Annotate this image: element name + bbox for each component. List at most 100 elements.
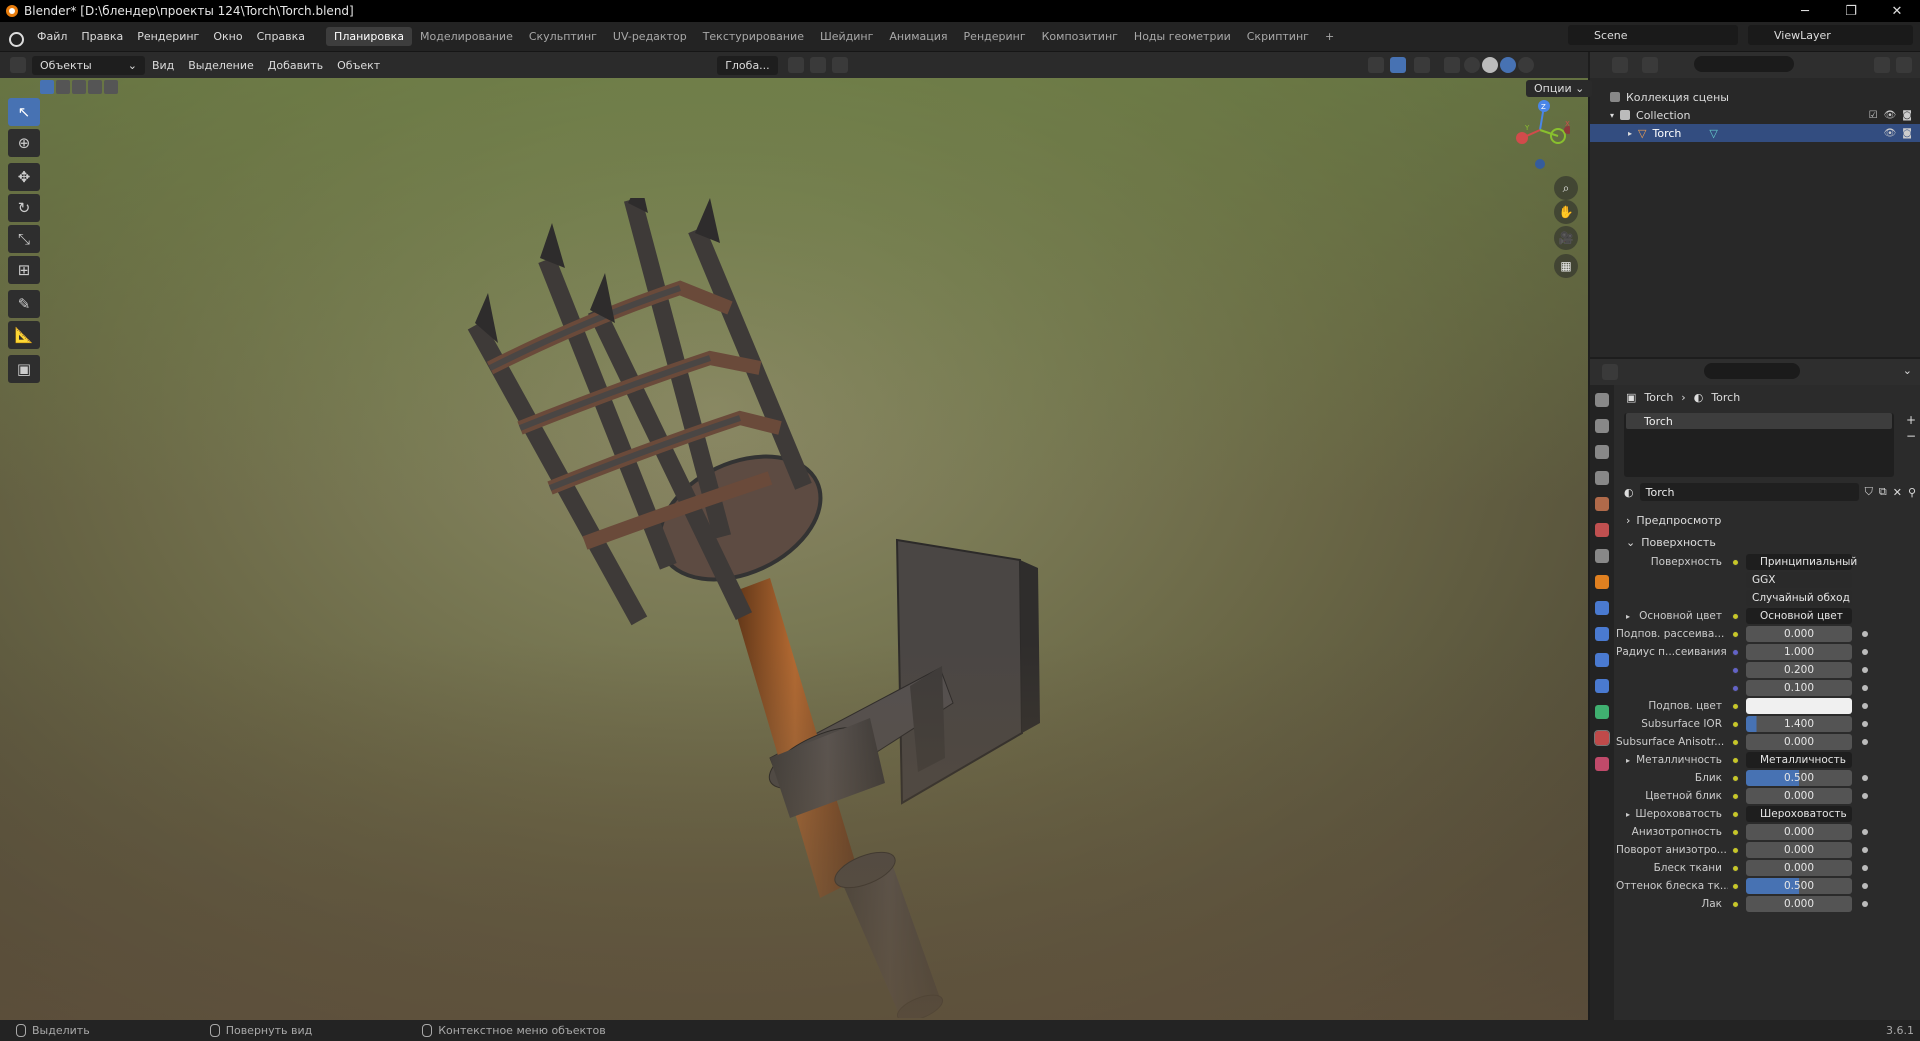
remove-slot-button[interactable]: − xyxy=(1906,429,1916,443)
value-field[interactable]: Металличность xyxy=(1746,752,1852,768)
socket-icon[interactable] xyxy=(1732,828,1739,836)
new-collection-icon[interactable] xyxy=(1896,57,1912,73)
view-layer-tab-icon[interactable] xyxy=(1595,471,1609,485)
select-box-tool[interactable]: ↖ xyxy=(8,98,40,126)
socket-icon[interactable] xyxy=(1732,720,1739,728)
socket-icon[interactable] xyxy=(1732,702,1739,710)
material-name-field[interactable]: Torch xyxy=(1639,483,1859,501)
texture-tab-icon[interactable] xyxy=(1595,757,1609,771)
socket-icon[interactable] xyxy=(1732,630,1739,638)
modifier-tab-icon[interactable] xyxy=(1595,601,1609,615)
surface-panel-header[interactable]: ⌄ Поверхность xyxy=(1616,531,1920,553)
value-field[interactable]: 0.500 xyxy=(1746,878,1852,894)
menu-view[interactable]: Вид xyxy=(145,59,181,72)
color-field[interactable] xyxy=(1746,698,1852,714)
outliner-search-input[interactable] xyxy=(1694,56,1794,72)
tab-shading[interactable]: Шейдинг xyxy=(812,27,881,46)
keyframe-dot-icon[interactable] xyxy=(1862,685,1868,691)
snap-icon[interactable] xyxy=(809,57,826,73)
select-new-icon[interactable] xyxy=(40,80,54,94)
menu-help[interactable]: Справка xyxy=(250,30,312,43)
socket-icon[interactable] xyxy=(1732,756,1739,764)
preview-panel-header[interactable]: › Предпросмотр xyxy=(1616,509,1920,531)
socket-icon[interactable] xyxy=(1732,882,1739,890)
mode-dropdown[interactable]: Объекты ⌄ xyxy=(32,55,145,75)
visibility-icon[interactable] xyxy=(1367,57,1384,73)
transform-tool[interactable]: ⊞ xyxy=(8,256,40,284)
outliner-scene-collection[interactable]: Коллекция сцены xyxy=(1590,88,1920,106)
value-field[interactable]: 0.200 xyxy=(1746,662,1852,678)
socket-icon[interactable] xyxy=(1732,684,1739,692)
menu-add[interactable]: Добавить xyxy=(261,59,330,72)
checkbox-icon[interactable]: ☑ xyxy=(1869,110,1878,121)
add-workspace-button[interactable]: + xyxy=(1317,27,1342,46)
value-field[interactable]: 0.000 xyxy=(1746,788,1852,804)
duplicate-material-icon[interactable]: ⧉ xyxy=(1879,485,1887,499)
value-field[interactable]: 0.100 xyxy=(1746,680,1852,696)
outliner-collection[interactable]: ▾ Collection ☑ 👁 ◙ xyxy=(1590,106,1920,124)
chevron-down-icon[interactable]: ⌄ xyxy=(1903,364,1912,377)
material-slot[interactable]: Torch xyxy=(1626,413,1892,429)
render-tab-icon[interactable] xyxy=(1595,419,1609,433)
render-camera-icon[interactable]: ◙ xyxy=(1902,110,1912,121)
tool-tab-icon[interactable] xyxy=(1595,393,1609,407)
constraints-tab-icon[interactable] xyxy=(1595,679,1609,693)
menu-edit[interactable]: Правка xyxy=(74,30,130,43)
keyframe-dot-icon[interactable] xyxy=(1862,667,1868,673)
render-camera-icon[interactable]: ◙ xyxy=(1902,128,1912,139)
filter-icon[interactable] xyxy=(1874,57,1890,73)
socket-icon[interactable] xyxy=(1732,612,1739,620)
material-tab-icon[interactable] xyxy=(1594,730,1610,746)
value-field[interactable]: 1.400 xyxy=(1746,716,1852,732)
expand-arrow-icon[interactable]: ▸ xyxy=(1628,129,1632,138)
torch-model[interactable] xyxy=(440,198,1060,1018)
value-field[interactable]: 0.000 xyxy=(1746,824,1852,840)
socket-icon[interactable] xyxy=(1732,774,1739,782)
keyframe-dot-icon[interactable] xyxy=(1862,793,1868,799)
blender-menu-icon[interactable] xyxy=(8,30,24,47)
overlays-icon[interactable] xyxy=(1413,57,1430,73)
transform-orientation-dropdown[interactable]: Глоба... xyxy=(717,55,778,75)
outliner-editor-icon[interactable] xyxy=(1612,57,1628,73)
gizmo-toggle-icon[interactable] xyxy=(1389,57,1406,73)
physics-tab-icon[interactable] xyxy=(1595,653,1609,667)
keyframe-dot-icon[interactable] xyxy=(1862,739,1868,745)
menu-window[interactable]: Окно xyxy=(206,30,249,43)
keyframe-dot-icon[interactable] xyxy=(1862,847,1868,853)
expand-arrow-icon[interactable]: ▸ xyxy=(1626,810,1630,819)
eye-icon[interactable]: 👁 xyxy=(1884,110,1897,121)
socket-icon[interactable] xyxy=(1732,648,1739,656)
collection-tab-icon[interactable] xyxy=(1595,549,1609,563)
keyframe-dot-icon[interactable] xyxy=(1862,649,1868,655)
keyframe-dot-icon[interactable] xyxy=(1862,631,1868,637)
mesh-data-icon[interactable]: ▽ xyxy=(1709,127,1717,140)
value-field[interactable]: 1.000 xyxy=(1746,644,1852,660)
filter-icon[interactable]: ⚲ xyxy=(1908,486,1916,499)
socket-icon[interactable] xyxy=(1732,738,1739,746)
measure-tool[interactable]: 📐 xyxy=(8,321,40,349)
socket-icon[interactable] xyxy=(1732,558,1739,566)
navigation-gizmo[interactable]: Z Y X xyxy=(1510,100,1570,170)
value-field[interactable]: 0.000 xyxy=(1746,626,1852,642)
3d-viewport[interactable] xyxy=(0,78,1588,1020)
world-tab-icon[interactable] xyxy=(1595,523,1609,537)
menu-object[interactable]: Объект xyxy=(330,59,387,72)
particles-tab-icon[interactable] xyxy=(1595,627,1609,641)
socket-icon[interactable] xyxy=(1732,846,1739,854)
value-field[interactable]: 0.000 xyxy=(1746,842,1852,858)
properties-search-input[interactable] xyxy=(1704,363,1800,379)
menu-file[interactable]: Файл xyxy=(30,30,74,43)
display-mode-icon[interactable] xyxy=(1642,57,1658,73)
maximize-button[interactable]: ❐ xyxy=(1828,0,1874,22)
material-preview-icon[interactable] xyxy=(1499,57,1516,73)
move-tool[interactable]: ✥ xyxy=(8,163,40,191)
select-subtract-icon[interactable] xyxy=(72,80,86,94)
tab-rendering[interactable]: Рендеринг xyxy=(956,27,1034,46)
keyframe-dot-icon[interactable] xyxy=(1862,775,1868,781)
view-layer-selector[interactable]: ViewLayer xyxy=(1748,25,1913,45)
rendered-shading-icon[interactable] xyxy=(1517,57,1534,73)
xray-icon[interactable] xyxy=(1443,57,1460,73)
select-extend-icon[interactable] xyxy=(56,80,70,94)
solid-shading-icon[interactable] xyxy=(1481,57,1498,73)
expand-arrow-icon[interactable]: ▸ xyxy=(1626,756,1630,765)
